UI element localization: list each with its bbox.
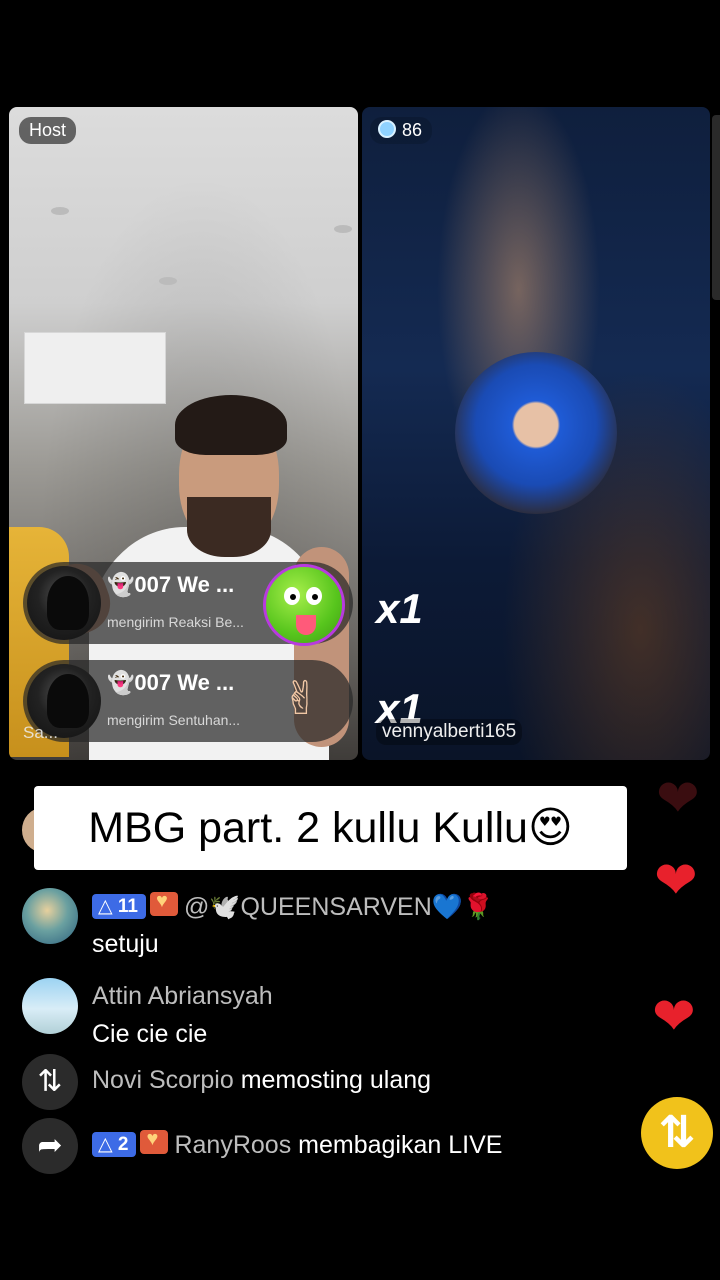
level-badge: △ 11 (92, 894, 146, 919)
heart-icon: ❤ (656, 770, 700, 828)
multiplier-label: x1 (376, 585, 423, 632)
comment-text: setuju (92, 930, 159, 958)
activity-action: membagikan LIVE (298, 1131, 503, 1159)
ceiling-light (51, 207, 69, 215)
host-person-beard (187, 497, 271, 557)
level-badge: △ 2 (92, 1132, 137, 1157)
ceiling-light (334, 225, 352, 233)
diamond-icon (378, 120, 396, 138)
repost-button[interactable]: ⇅ (641, 1097, 713, 1169)
sender-avatar (27, 566, 101, 640)
activity-action: memosting ulang (240, 1066, 432, 1094)
activity-user: RanyRoos (174, 1131, 292, 1159)
commenter-name: @🕊️QUEENSARVEN💙🌹 (183, 893, 495, 921)
host-person-hair (175, 395, 287, 455)
activity-text: Novi Scorpio memosting ulang (92, 1066, 431, 1095)
commenter-info: △ 11 @🕊️QUEENSARVEN💙🌹 (92, 890, 495, 922)
share-icon: ➦ (22, 1118, 78, 1174)
sender-name: 👻007 We ... (107, 670, 235, 695)
guest-name-label[interactable]: vennyalberti165 (376, 719, 523, 745)
guest-video-panel[interactable]: 86 x1 x1 vennyalberti165 (362, 107, 710, 760)
kitchen-cabinet (24, 332, 166, 404)
sender-name: 👻007 We ... (107, 572, 235, 597)
comment-text: Cie cie cie (92, 1020, 208, 1048)
guest-avatar[interactable] (455, 352, 617, 514)
activity-repost[interactable]: ⇅ Novi Scorpio memosting ulang (22, 1054, 662, 1110)
silly-face-gift-icon (263, 564, 345, 646)
activity-text: △ 2 RanyRoos membagikan LIVE (92, 1128, 503, 1160)
ceiling-light (159, 277, 177, 285)
next-stream-edge (712, 115, 720, 300)
commenter-name: Attin Abriansyah (92, 982, 273, 1010)
host-badge: Host (19, 117, 77, 144)
guest-score: 86 (402, 120, 423, 140)
activity-user: Novi Scorpio (92, 1066, 234, 1094)
gift-notification[interactable]: 👻007 We ... mengirim Reaksi Be... (23, 562, 353, 646)
commenter-avatar[interactable] (22, 978, 78, 1034)
fan-badge-icon (149, 890, 178, 916)
fan-badge-icon (140, 1128, 169, 1154)
video-caption: MBG part. 2 kullu Kullu😍 (34, 786, 627, 870)
activity-share[interactable]: ➦ △ 2 RanyRoos membagikan LIVE (22, 1118, 662, 1174)
host-video-panel[interactable]: Host 👻007 We ... mengirim Reaksi Be... 👻… (9, 107, 358, 760)
heart-icon: ❤ (654, 852, 698, 910)
gift-notification[interactable]: 👻007 We ... mengirim Sentuhan... ✌ (23, 660, 353, 742)
commenter-avatar[interactable] (22, 888, 78, 944)
hands-gift-icon: ✌ (281, 672, 321, 724)
host-name-label: Sa... (23, 723, 58, 742)
heart-icon: ❤ (652, 988, 696, 1046)
gift-description: mengirim Sentuhan... (107, 712, 241, 728)
repost-icon: ⇅ (22, 1054, 78, 1110)
gift-description: mengirim Reaksi Be... (107, 614, 244, 630)
guest-score-badge: 86 (370, 117, 433, 144)
